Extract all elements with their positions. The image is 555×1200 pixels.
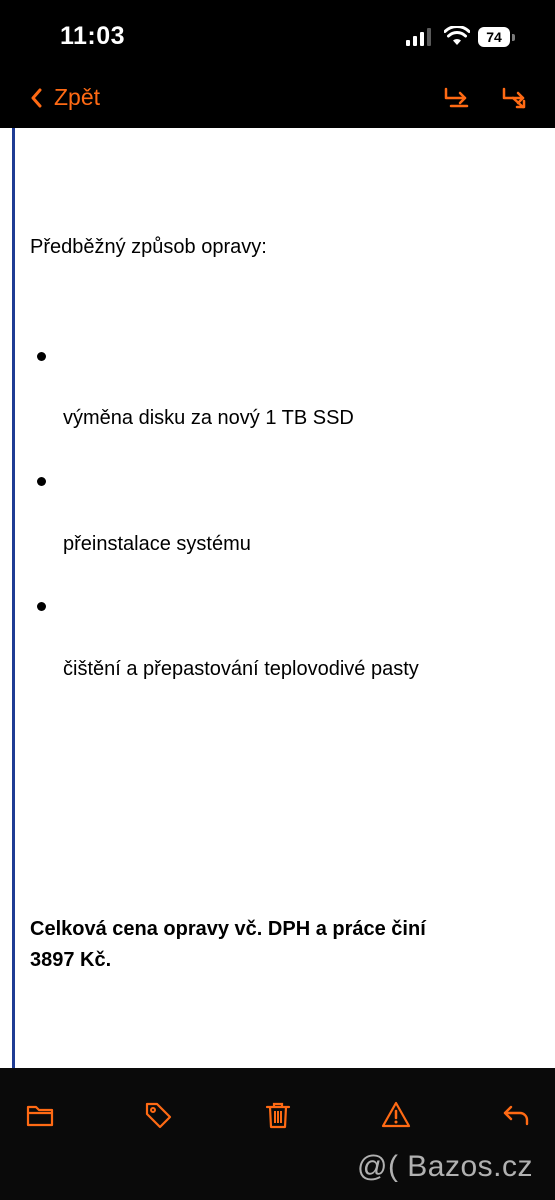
forward-icon[interactable] bbox=[501, 86, 529, 112]
tag-icon[interactable] bbox=[143, 1100, 173, 1130]
back-label: Zpět bbox=[54, 84, 101, 110]
back-button[interactable]: Zpět bbox=[30, 84, 100, 111]
list-item: čištění a přepastování teplovodivé pasty bbox=[63, 658, 419, 680]
warning-icon[interactable] bbox=[381, 1100, 411, 1130]
status-bar: 11:03 74 bbox=[0, 0, 555, 70]
battery-level: 74 bbox=[478, 27, 510, 47]
list-item: výměna disku za nový 1 TB SSD bbox=[63, 407, 354, 429]
list-item: přeinstalace systému bbox=[63, 533, 251, 555]
quote-bar bbox=[12, 128, 15, 1068]
battery-tip bbox=[512, 34, 515, 41]
repair-intro: Předběžný způsob opravy: bbox=[30, 236, 267, 258]
total-price-line-2: 3897 Kč. bbox=[30, 949, 112, 971]
chevron-left-icon bbox=[31, 88, 42, 107]
bullet-marker bbox=[37, 602, 46, 611]
watermark: @( Bazos.cz bbox=[357, 1150, 533, 1183]
bullet-marker bbox=[37, 352, 46, 361]
wifi-icon bbox=[444, 26, 470, 45]
message-body: Předběžný způsob opravy: výměna disku za… bbox=[0, 128, 555, 1068]
battery-icon: 74 bbox=[478, 27, 516, 47]
cellular-signal-icon bbox=[406, 28, 431, 46]
total-price-line-1: Celková cena opravy vč. DPH a práce činí bbox=[30, 918, 426, 940]
reply-all-forward-icon[interactable] bbox=[443, 86, 471, 112]
bullet-marker bbox=[37, 477, 46, 486]
status-time: 11:03 bbox=[60, 22, 126, 50]
reply-icon[interactable] bbox=[501, 1100, 531, 1130]
trash-icon[interactable] bbox=[263, 1100, 293, 1130]
navigation-bar: Zpět bbox=[0, 70, 555, 128]
folder-icon[interactable] bbox=[25, 1100, 55, 1130]
